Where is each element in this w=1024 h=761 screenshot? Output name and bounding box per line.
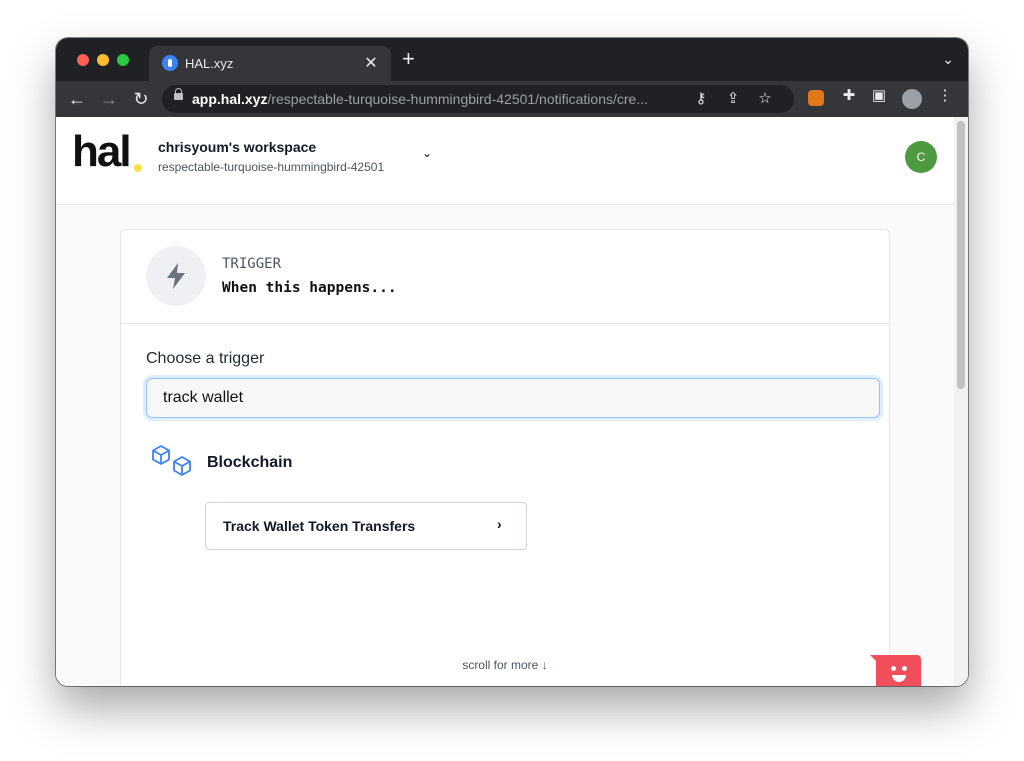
lock-icon[interactable] <box>174 88 183 100</box>
url-path: /respectable-turquoise-hummingbird-42501… <box>267 91 648 107</box>
trigger-subtitle: When this happens... <box>222 280 397 296</box>
bolt-icon <box>146 246 206 306</box>
tab-search-chevron-icon[interactable]: ⌄ <box>942 51 954 68</box>
address-bar[interactable]: app.hal.xyz/respectable-turquoise-hummin… <box>162 85 794 113</box>
chevron-right-icon: › <box>497 516 502 532</box>
metamask-fox-icon[interactable] <box>808 90 824 106</box>
url-text[interactable]: app.hal.xyz/respectable-turquoise-hummin… <box>192 91 648 107</box>
option-label: Track Wallet Token Transfers <box>223 518 416 534</box>
chat-eye-right <box>902 666 907 671</box>
scrollbar-thumb[interactable] <box>957 121 965 389</box>
chat-mouth <box>892 675 906 682</box>
trigger-card-header: TRIGGER When this happens... <box>121 230 889 324</box>
forward-arrow-icon[interactable]: → <box>98 88 120 110</box>
workspace-slug[interactable]: respectable-turquoise-hummingbird-42501 <box>158 160 384 174</box>
trigger-search-input[interactable] <box>146 378 880 418</box>
browser-window: HAL.xyz ✕ + ⌄ ← → ↻ app.hal.xyz/respecta… <box>56 38 968 686</box>
page-scrollbar[interactable] <box>954 117 968 686</box>
url-host: app.hal.xyz <box>192 91 268 107</box>
kebab-menu-icon[interactable]: ⋮ <box>936 87 954 105</box>
app-header: hal chrisyoum's workspace respectable-tu… <box>56 117 954 205</box>
minimize-window-button[interactable] <box>97 54 109 66</box>
reload-icon[interactable]: ↻ <box>130 88 152 110</box>
tab-title: HAL.xyz <box>185 56 234 71</box>
chevron-down-icon[interactable]: ⌄ <box>422 146 432 160</box>
back-arrow-icon[interactable]: ← <box>66 88 88 110</box>
side-panel-icon[interactable]: ▣ <box>870 87 888 105</box>
chat-widget-button[interactable] <box>870 655 921 686</box>
scroll-for-more-hint: scroll for more ↓ <box>462 658 548 672</box>
blockchain-cubes-icon <box>152 445 191 476</box>
hal-logo[interactable]: hal <box>72 127 132 177</box>
category-blockchain: Blockchain <box>207 454 293 471</box>
browser-toolbar: ← → ↻ app.hal.xyz/respectable-turquoise-… <box>56 81 968 117</box>
chat-eye-left <box>891 666 896 671</box>
tab-bar: HAL.xyz ✕ + ⌄ <box>56 38 968 81</box>
trigger-card: TRIGGER When this happens... Choose a tr… <box>120 229 890 686</box>
choose-trigger-label: Choose a trigger <box>146 350 265 367</box>
zoom-window-button[interactable] <box>117 54 129 66</box>
trigger-label: TRIGGER <box>222 256 282 272</box>
bookmark-star-icon[interactable]: ☆ <box>754 89 776 107</box>
workspace-name[interactable]: chrisyoum's workspace <box>158 139 316 155</box>
page-viewport: hal chrisyoum's workspace respectable-tu… <box>56 117 968 686</box>
new-tab-button[interactable]: + <box>402 48 415 70</box>
user-avatar[interactable]: C <box>905 141 937 173</box>
tab-hal[interactable]: HAL.xyz ✕ <box>149 46 391 81</box>
close-window-button[interactable] <box>77 54 89 66</box>
hal-favicon-icon <box>162 55 178 71</box>
tab-close-icon[interactable]: ✕ <box>361 53 381 73</box>
share-icon[interactable]: ⇪ <box>722 89 744 107</box>
track-wallet-token-transfers-button[interactable]: Track Wallet Token Transfers › <box>205 502 527 550</box>
profile-avatar-icon[interactable] <box>902 89 922 109</box>
extensions-puzzle-icon[interactable]: ✚ <box>840 87 858 105</box>
logo-dot <box>134 164 142 172</box>
key-icon[interactable]: ⚷ <box>690 89 712 107</box>
